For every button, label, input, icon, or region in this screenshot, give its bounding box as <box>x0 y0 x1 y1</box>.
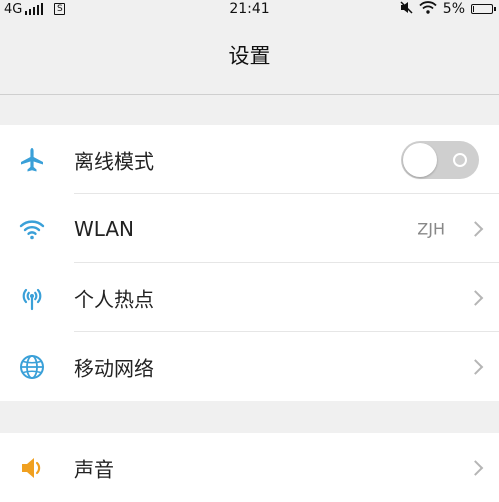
chevron-right-icon <box>467 459 484 476</box>
settings-item-airplane-mode[interactable]: 离线模式 <box>0 125 499 194</box>
settings-item-hotspot[interactable]: 个人热点 <box>0 263 499 332</box>
settings-item-wlan[interactable]: WLAN ZJH <box>0 194 499 263</box>
chevron-right-icon <box>467 358 484 375</box>
settings-item-sound[interactable]: 声音 <box>0 433 499 502</box>
wifi-status-icon <box>419 0 437 18</box>
header: 设置 <box>0 18 499 95</box>
settings-item-label: WLAN <box>74 216 135 241</box>
wifi-icon <box>18 215 46 243</box>
status-right: 5% <box>400 0 496 18</box>
toggle-knob <box>403 142 437 177</box>
mute-icon <box>400 0 413 18</box>
page-title: 设置 <box>228 44 271 68</box>
battery-icon <box>471 4 496 14</box>
speaker-icon <box>18 454 46 482</box>
settings-item-label: 移动网络 <box>74 356 154 380</box>
settings-item-mobile-network[interactable]: 移动网络 <box>0 332 499 401</box>
toggle-off-indicator-icon <box>453 152 467 167</box>
globe-icon <box>18 353 46 381</box>
airplane-mode-toggle[interactable] <box>401 140 479 179</box>
settings-section-sound: 声音 <box>0 433 499 502</box>
wlan-network-name: ZJH <box>417 219 445 238</box>
airplane-icon <box>18 146 46 174</box>
chevron-right-icon <box>467 289 484 306</box>
settings-item-label: 个人热点 <box>74 287 154 311</box>
settings-item-label: 离线模式 <box>74 149 154 173</box>
settings-section-network: 离线模式 WLAN ZJH 个人热点 移动网络 <box>0 125 499 401</box>
battery-percent: 5% <box>442 1 465 17</box>
status-bar: 4G S 21:41 5% <box>0 0 499 18</box>
settings-item-label: 声音 <box>74 457 114 481</box>
chevron-right-icon <box>467 220 484 237</box>
hotspot-icon <box>18 284 46 312</box>
